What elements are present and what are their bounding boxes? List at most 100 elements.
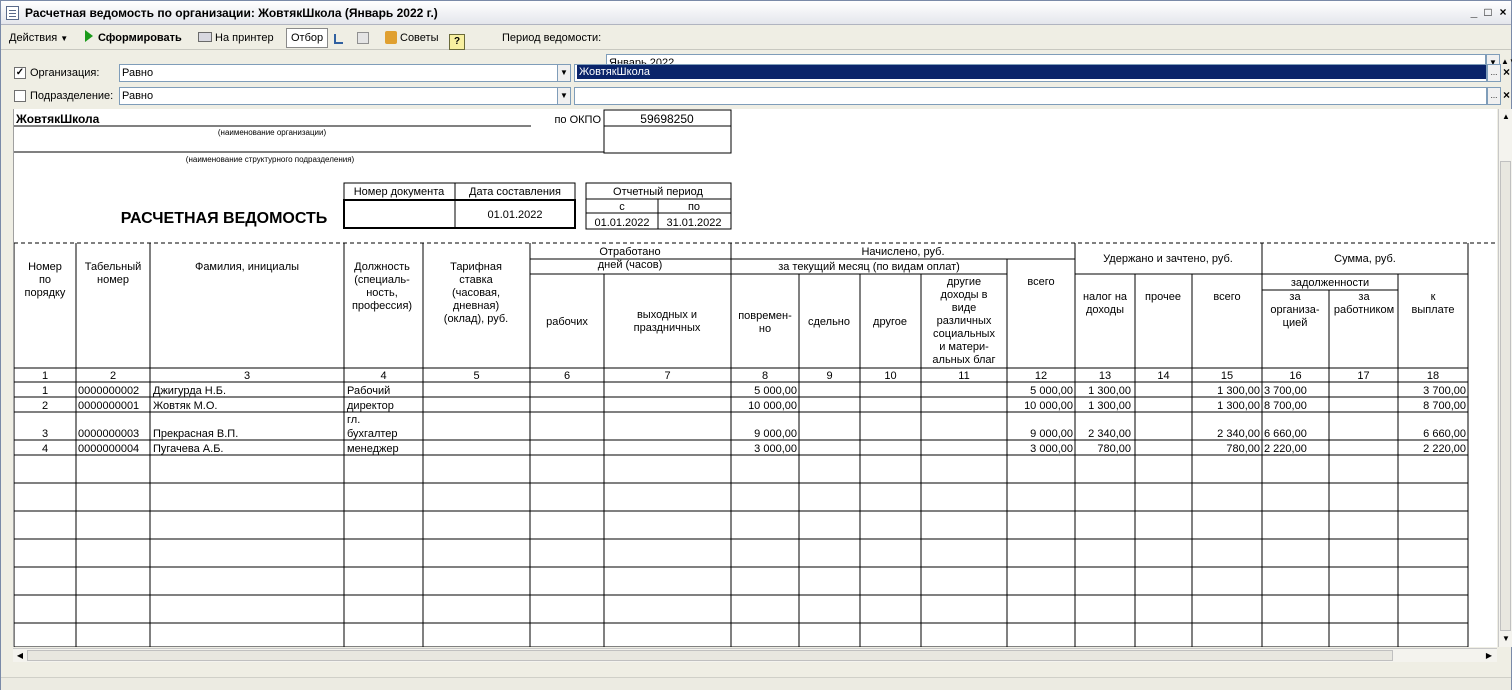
column-header: но (759, 323, 771, 335)
row-to-pay: 6 660,00 (1423, 428, 1466, 440)
scroll-left-icon[interactable]: ◀ (14, 650, 26, 662)
column-number: 18 (1427, 370, 1439, 382)
scroll-down-icon[interactable]: ▼ (1500, 633, 1512, 645)
column-header: по (39, 274, 51, 286)
filter-condition-organization[interactable]: Равно (119, 64, 559, 82)
horizontal-scrollbar[interactable]: ◀ ▶ (13, 648, 1497, 662)
row-time-pay: 5 000,00 (754, 385, 797, 397)
doc-date-label: Дата составления (469, 186, 561, 198)
column-header: за (1289, 291, 1301, 303)
column-header: и матери- (939, 341, 989, 353)
row-withheld-total: 780,00 (1226, 443, 1260, 455)
row-number: 2 (42, 400, 48, 412)
filter-button[interactable]: Отбор (286, 28, 329, 48)
organization-name: ЖовтякШкола (15, 112, 100, 126)
row-time-pay: 10 000,00 (748, 400, 797, 412)
expand-button[interactable] (334, 28, 346, 48)
row-accrued-total: 10 000,00 (1024, 400, 1073, 412)
column-number: 6 (564, 370, 570, 382)
row-name: Жовтяк М.О. (153, 400, 217, 412)
column-header: Тарифная (450, 261, 502, 273)
help-icon: ? (449, 34, 465, 50)
row-org-debt: 3 700,00 (1264, 385, 1307, 397)
column-header: прочее (1145, 291, 1181, 303)
column-header: к (1431, 291, 1436, 303)
status-bar (1, 677, 1511, 690)
row-time-pay: 9 000,00 (754, 428, 797, 440)
column-header: дневная) (453, 300, 499, 312)
row-withheld-total: 2 340,00 (1217, 428, 1260, 440)
filter-value-selected: ЖовтякШкола (576, 65, 1486, 80)
filter-condition-department[interactable]: Равно (119, 87, 559, 105)
tips-button[interactable]: Советы (385, 28, 438, 48)
help-button[interactable]: ? (449, 28, 465, 50)
row-number: 3 (42, 428, 48, 440)
column-group-header: задолженности (1291, 277, 1369, 289)
column-group-header: Удержано и зачтено, руб. (1103, 253, 1233, 265)
column-group-header: Сумма, руб. (1334, 253, 1396, 265)
row-number: 1 (42, 385, 48, 397)
row-position: бухгалтер (347, 428, 398, 440)
collapse-button[interactable] (357, 28, 372, 48)
choose-ellipsis-icon[interactable]: ... (1487, 64, 1501, 82)
department-caption: (наименование структурного подразделения… (186, 155, 355, 164)
column-header: доходы (1086, 304, 1124, 316)
scroll-right-icon[interactable]: ▶ (1483, 650, 1495, 662)
column-header: номер (97, 274, 129, 286)
column-header: праздничных (634, 322, 701, 334)
title-bar: Расчетная ведомость по организации: Жовт… (1, 1, 1511, 25)
period-from-value: 01.01.2022 (594, 217, 649, 229)
clear-icon[interactable]: × (1501, 64, 1512, 82)
vertical-scrollbar[interactable]: ▲ ▼ (1498, 109, 1512, 647)
clear-icon[interactable]: × (1501, 87, 1512, 105)
column-header: различных (937, 315, 992, 327)
doc-number-label: Номер документа (354, 186, 445, 198)
filter-value-department[interactable] (574, 87, 1487, 105)
row-to-pay: 2 220,00 (1423, 443, 1466, 455)
filter-value-organization[interactable]: ЖовтякШкола (574, 64, 1487, 82)
column-number: 8 (762, 370, 768, 382)
report-sheet[interactable]: ЖовтякШкола (наименование организации) по … (13, 109, 1497, 647)
filter-label: Отбор (291, 32, 324, 44)
row-number: 4 (42, 443, 48, 455)
printer-icon (198, 32, 212, 42)
row-accrued-total: 3 000,00 (1030, 443, 1073, 455)
tree-expand-icon (334, 34, 343, 44)
row-position: Рабочий (347, 385, 390, 397)
period-label: Отчетный период (613, 186, 704, 198)
condition-dropdown-icon[interactable]: ▼ (557, 87, 571, 105)
column-number: 9 (826, 370, 832, 382)
column-header: виде (952, 302, 977, 314)
filter-checkbox-department[interactable] (14, 90, 26, 102)
column-number: 3 (244, 370, 250, 382)
print-button[interactable]: На принтер (198, 28, 274, 48)
period-from-label: с (619, 201, 625, 213)
choose-ellipsis-icon[interactable]: ... (1487, 87, 1501, 105)
horizontal-scroll-thumb[interactable] (27, 650, 1393, 661)
period-to-value: 31.01.2022 (666, 217, 721, 229)
row-position: гл. (347, 414, 360, 426)
column-header: Должность (354, 261, 410, 273)
condition-dropdown-icon[interactable]: ▼ (557, 64, 571, 82)
row-income-tax: 1 300,00 (1088, 400, 1131, 412)
row-to-pay: 8 700,00 (1423, 400, 1466, 412)
scroll-up-icon[interactable]: ▲ (1500, 111, 1512, 123)
window-title: Расчетная ведомость по организации: Жовт… (25, 6, 438, 20)
filter-label-department: Подразделение: (30, 90, 114, 102)
okpo-label: по ОКПО (554, 114, 601, 126)
maximize-icon[interactable]: □ (1481, 5, 1495, 19)
close-icon[interactable]: × (1496, 5, 1510, 19)
period-to-label: по (688, 201, 700, 213)
actions-menu[interactable]: Действия ▼ (9, 28, 68, 48)
column-header: всего (1213, 291, 1240, 303)
minimize-icon[interactable]: _ (1467, 5, 1481, 19)
column-header: Номер (28, 261, 62, 273)
play-icon (85, 30, 93, 42)
generate-button[interactable]: Сформировать (85, 28, 182, 48)
row-withheld-total: 1 300,00 (1217, 400, 1260, 412)
vertical-scroll-thumb[interactable] (1500, 161, 1511, 631)
column-header: Фамилия, инициалы (195, 261, 299, 273)
column-header: всего (1027, 276, 1054, 288)
column-header: ставка (459, 274, 493, 286)
filter-checkbox-organization[interactable]: ✓ (14, 67, 26, 79)
